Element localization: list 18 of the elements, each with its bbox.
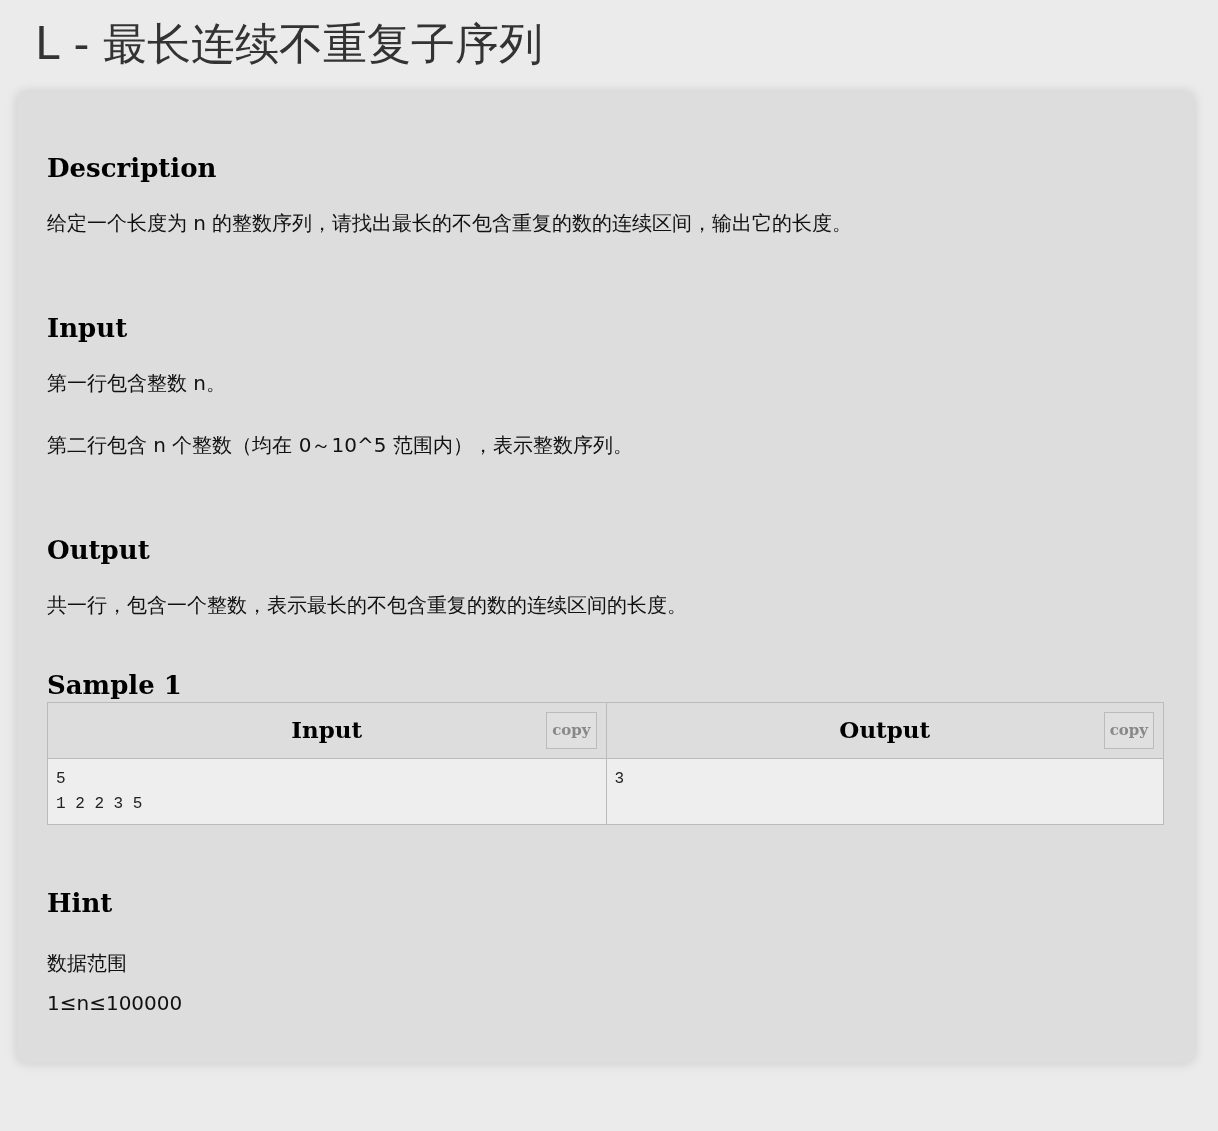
sample-data: 5 1 2 2 3 5 [48, 759, 606, 824]
column-title: Input [291, 715, 363, 746]
section-heading: Hint [47, 887, 113, 920]
hint-text: 数据范围 [47, 950, 127, 977]
section-text: 第二行包含 n 个整数（均在 0～10^5 范围内），表示整数序列。 [47, 432, 633, 459]
sample-data: 3 [606, 759, 1163, 824]
page-title: L - 最长连续不重复子序列 [35, 17, 544, 71]
section-heading: Sample 1 [47, 669, 182, 702]
section-heading: Output [47, 534, 150, 567]
hint-text: 1≤n≤100000 [47, 990, 183, 1017]
copy-button[interactable]: copy [546, 712, 597, 749]
section-text: 给定一个长度为 n 的整数序列，请找出最长的不包含重复的数的连续区间，输出它的长度。 [47, 210, 853, 237]
section-heading: Input [47, 312, 128, 345]
copy-button[interactable]: copy [1103, 712, 1154, 749]
section-text: 第一行包含整数 n。 [47, 370, 227, 397]
section-text: 共一行，包含一个整数，表示最长的不包含重复的数的连续区间的长度。 [47, 592, 687, 619]
section-heading: Description [47, 152, 217, 185]
column-title: Output [839, 715, 931, 746]
